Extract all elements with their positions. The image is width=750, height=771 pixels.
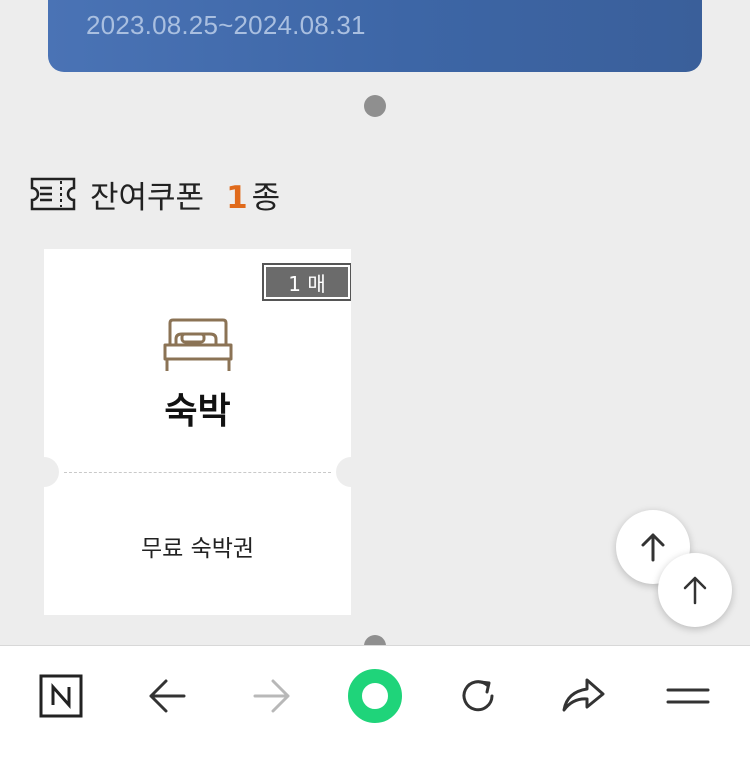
- remaining-coupons-heading: 잔여쿠폰 1종: [30, 172, 280, 216]
- naver-home-button[interactable]: [33, 668, 89, 724]
- section-title: 잔여쿠폰: [90, 179, 205, 216]
- quantity-badge: 1 매: [262, 263, 351, 301]
- forward-button[interactable]: [244, 668, 300, 724]
- arrow-up-icon: [683, 576, 707, 605]
- green-home-button[interactable]: [347, 668, 403, 724]
- ticket-icon: [30, 177, 76, 211]
- menu-icon: [666, 688, 710, 704]
- coupon-notch-left: [44, 457, 59, 487]
- arrow-left-icon: [149, 679, 186, 713]
- coupon-divider: [64, 472, 331, 473]
- arrow-right-icon: [253, 679, 290, 713]
- timeline-dot: [364, 95, 386, 117]
- coupon-count-unit: 종: [251, 179, 281, 216]
- green-ring-icon: [348, 669, 402, 723]
- coupon-description: 무료 숙박권: [140, 536, 255, 562]
- banner-date-range: 2023.08.25~2024.08.31: [86, 10, 366, 40]
- coupon-card[interactable]: 1 매 숙박 무료 숙박권: [44, 249, 351, 615]
- naver-n-icon: [39, 674, 83, 718]
- menu-button[interactable]: [660, 668, 716, 724]
- coupon-count: 1: [226, 179, 248, 216]
- coupon-title: 숙박: [164, 391, 231, 432]
- scroll-top-button-secondary[interactable]: [658, 553, 732, 627]
- arrow-up-icon: [641, 533, 665, 562]
- coupon-banner[interactable]: 2023.08.25~2024.08.31: [48, 0, 702, 72]
- refresh-icon: [462, 680, 494, 712]
- bed-icon: [163, 318, 233, 371]
- back-button[interactable]: [139, 668, 195, 724]
- browser-bottom-toolbar: [0, 645, 750, 771]
- coupon-notch-right: [336, 457, 351, 487]
- refresh-button[interactable]: [450, 668, 506, 724]
- quantity-badge-label: 1 매: [266, 267, 348, 297]
- share-icon: [562, 678, 605, 712]
- share-button[interactable]: [555, 668, 611, 724]
